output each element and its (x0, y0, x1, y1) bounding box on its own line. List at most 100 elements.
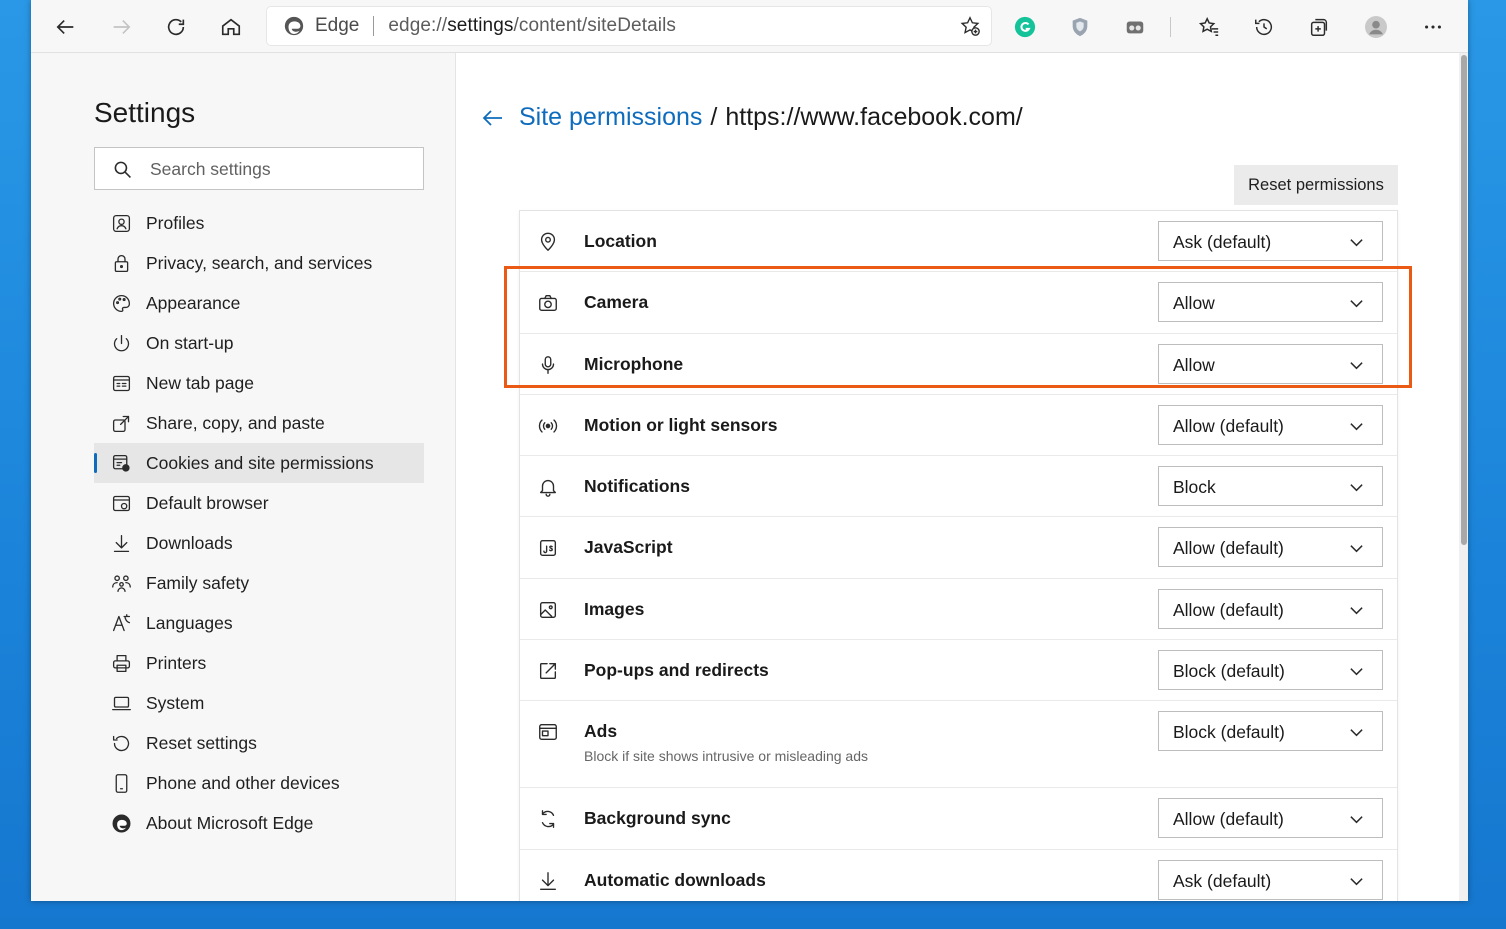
settings-sidebar: Settings Profiles Privacy, search, and se… (31, 53, 456, 901)
back-button[interactable] (50, 11, 82, 43)
ads-icon (539, 724, 557, 741)
reset-permissions-button[interactable]: Reset permissions (1234, 165, 1398, 205)
microphone-icon (541, 355, 555, 374)
shield-extension-button[interactable] (1064, 11, 1096, 43)
chevron-down-icon (1350, 668, 1363, 676)
ads-permission-dropdown[interactable]: Block (default) (1158, 711, 1383, 752)
sidebar-item-cookies-and-site-permissions[interactable]: Cookies and site permissions (94, 443, 424, 483)
breadcrumb-site-permissions-link[interactable]: Site permissions (519, 103, 702, 132)
javascript-permission-dropdown[interactable]: Allow (default) (1158, 527, 1383, 568)
sidebar-item-label: New tab page (146, 372, 254, 393)
sidebar-item-system[interactable]: System (94, 683, 424, 723)
sidebar-item-share-copy-and-paste[interactable]: Share, copy, and paste (94, 403, 424, 443)
background-sync-permission-dropdown[interactable]: Allow (default) (1158, 798, 1383, 839)
address-bar[interactable]: Edge edge://settings/content/siteDetails (267, 7, 991, 45)
sidebar-item-on-start-up[interactable]: On start-up (94, 323, 424, 363)
search-input[interactable] (150, 156, 410, 182)
sidebar-item-appearance[interactable]: Appearance (94, 283, 424, 323)
browser-icon-wrap (110, 492, 132, 514)
permission-label: Microphone (584, 353, 684, 374)
history-button[interactable] (1248, 11, 1280, 43)
auto-download-icon (539, 871, 557, 890)
laptop-icon (111, 696, 131, 710)
sidebar-item-languages[interactable]: Languages (94, 603, 424, 643)
favorites-button[interactable] (1193, 11, 1225, 43)
dropdown-value: Allow (1173, 293, 1215, 314)
sidebar-item-downloads[interactable]: Downloads (94, 523, 424, 563)
browser-window: Edge edge://settings/content/siteDetails (31, 0, 1468, 901)
sidebar-item-label: Printers (146, 652, 207, 673)
home-button[interactable] (215, 11, 247, 43)
arrow-left-icon (56, 19, 74, 35)
sidebar-item-default-browser[interactable]: Default browser (94, 483, 424, 523)
pop-ups-and-redirects-permission-dropdown[interactable]: Block (default) (1158, 650, 1383, 691)
images-permission-dropdown[interactable]: Allow (default) (1158, 588, 1383, 629)
permission-row-ads: Ads Block if site shows intrusive or misl… (520, 701, 1397, 789)
camera-permission-dropdown[interactable]: Allow (1158, 282, 1383, 323)
family-icon-wrap (110, 572, 132, 594)
sidebar-item-family-safety[interactable]: Family safety (94, 563, 424, 603)
newtab-icon (112, 375, 130, 391)
dropdown-value: Allow (default) (1173, 809, 1284, 830)
permission-icon (537, 231, 559, 253)
microphone-permission-dropdown[interactable]: Allow (1158, 343, 1383, 384)
edge-logo-icon (112, 814, 130, 832)
permission-row-location: Location Ask (default) (520, 211, 1397, 273)
profile-button[interactable] (1360, 11, 1392, 43)
permission-label: Camera (584, 292, 649, 313)
sidebar-item-new-tab-page[interactable]: New tab page (94, 363, 424, 403)
sidebar-item-label: About Microsoft Edge (146, 812, 314, 833)
sidebar-item-label: Profiles (146, 212, 205, 233)
permission-icon (537, 599, 559, 621)
extension-button[interactable] (1119, 11, 1151, 43)
permission-row-pop-ups-and-redirects: Pop-ups and redirects Block (default) (520, 640, 1397, 702)
chevron-down-icon (1350, 729, 1363, 737)
permission-row-background-sync: Background sync Allow (default) (520, 788, 1397, 850)
refresh-button[interactable] (160, 11, 192, 43)
forward-button[interactable] (105, 11, 137, 43)
permission-icon (537, 660, 559, 682)
breadcrumb: Site permissions / https://www.facebook.… (481, 103, 1023, 132)
permission-icon (537, 870, 559, 892)
more-menu-button[interactable] (1417, 11, 1449, 43)
scrollbar[interactable] (1459, 53, 1468, 901)
chevron-down-icon (1350, 816, 1363, 824)
sidebar-item-privacy-search-and-services[interactable]: Privacy, search, and services (94, 243, 424, 283)
permission-label: Location (584, 231, 657, 251)
notifications-permission-dropdown[interactable]: Block (1158, 466, 1383, 507)
automatic-downloads-permission-dropdown[interactable]: Ask (default) (1158, 859, 1383, 900)
sidebar-item-printers[interactable]: Printers (94, 643, 424, 683)
permission-icon (537, 292, 559, 314)
sidebar-item-label: Share, copy, and paste (146, 412, 325, 433)
avatar-icon (1365, 16, 1387, 38)
motion-or-light-sensors-permission-dropdown[interactable]: Allow (default) (1158, 404, 1383, 445)
main-content: Site permissions / https://www.facebook.… (457, 53, 1459, 901)
sidebar-item-profiles[interactable]: Profiles (94, 203, 424, 243)
collections-button[interactable] (1303, 11, 1335, 43)
permission-row-microphone: Microphone Allow (520, 334, 1397, 395)
add-favorite-icon[interactable] (959, 15, 981, 37)
sidebar-item-about-microsoft-edge[interactable]: About Microsoft Edge (94, 803, 424, 843)
location-permission-dropdown[interactable]: Ask (default) (1158, 221, 1383, 261)
permission-row-automatic-downloads: Automatic downloads Ask (default) (520, 850, 1397, 901)
image-icon (539, 601, 557, 618)
collections-icon (1310, 18, 1328, 36)
sidebar-item-label: On start-up (146, 332, 234, 353)
chevron-down-icon (1350, 361, 1363, 369)
search-icon (114, 161, 131, 178)
bell-icon (539, 480, 557, 498)
sidebar-item-label: Family safety (146, 572, 250, 593)
breadcrumb-separator: / (710, 103, 718, 131)
grammarly-icon (1014, 16, 1036, 38)
sidebar-item-phone-and-other-devices[interactable]: Phone and other devices (94, 763, 424, 803)
settings-nav: Profiles Privacy, search, and services App… (94, 203, 424, 843)
printer-icon (112, 654, 130, 672)
grammarly-extension-button[interactable] (1009, 11, 1041, 43)
search-box[interactable] (94, 147, 424, 190)
scrollbar-thumb[interactable] (1461, 55, 1467, 545)
back-arrow-icon[interactable] (481, 106, 505, 130)
address-brand: Edge (315, 15, 360, 36)
refresh-icon (167, 18, 185, 36)
sidebar-item-reset-settings[interactable]: Reset settings (94, 723, 424, 763)
sidebar-item-label: Reset settings (146, 732, 257, 753)
